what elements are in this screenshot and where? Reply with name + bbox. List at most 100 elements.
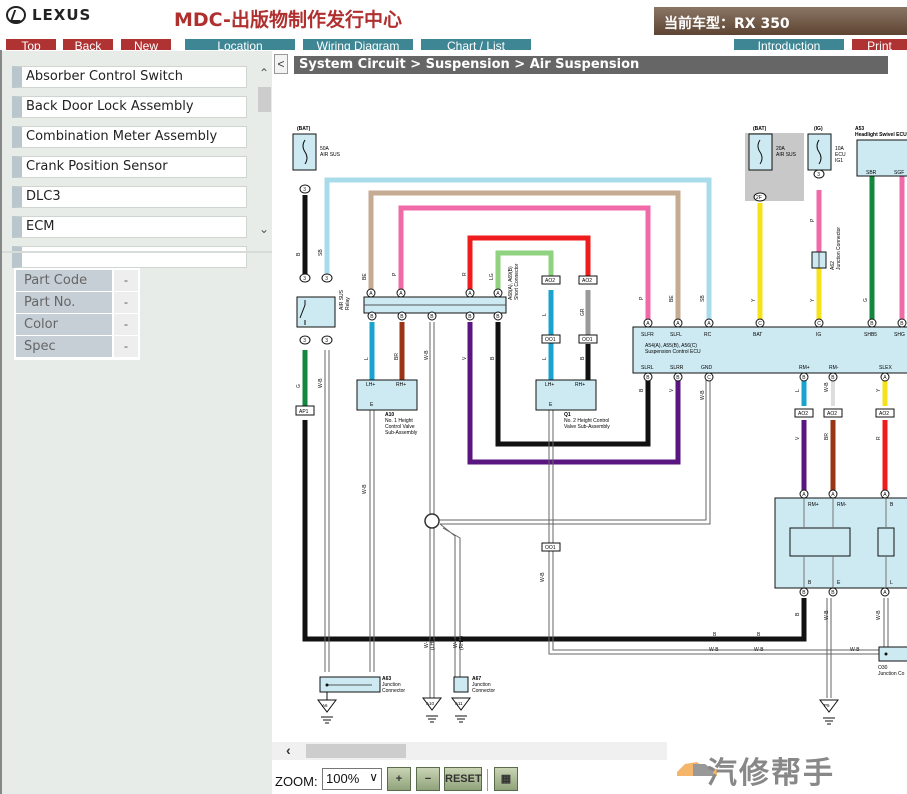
svg-text:L: L	[890, 580, 893, 586]
svg-text:SHB5: SHB5	[864, 332, 877, 338]
a53-headlight-swivel-ecu: A53 Headlight Swivel ECU SBR SGF	[855, 126, 907, 177]
connector-pin: A	[493, 288, 503, 298]
component-list-item[interactable]: DLC3	[12, 186, 247, 208]
svg-text:P5: P5	[824, 703, 830, 708]
svg-text:(BAT): (BAT)	[297, 126, 311, 132]
wire-color-label: B	[580, 356, 586, 360]
component-list-item[interactable]: Absorber Control Switch	[12, 66, 247, 88]
connector-pin: A	[704, 318, 714, 328]
connector-pin: 3	[321, 335, 333, 345]
top-button[interactable]: Top	[6, 39, 56, 50]
scroll-left-icon[interactable]: ‹	[286, 742, 291, 758]
svg-text:SHG: SHG	[894, 332, 905, 338]
wire-color-label: L	[364, 357, 370, 360]
svg-text:Connector: Connector	[382, 688, 405, 694]
wire-color-label: W-B	[850, 647, 860, 653]
wire-color-label: P	[392, 272, 398, 276]
part-info-value: -	[114, 270, 138, 292]
connector-pin: B	[643, 372, 653, 382]
svg-text:AIR SUS: AIR SUS	[320, 152, 341, 158]
wire-color-label: P	[639, 296, 645, 300]
zoom-out-button[interactable]: −	[416, 767, 440, 791]
print-button[interactable]: Print	[852, 39, 907, 50]
wiring-diagram[interactable]: (BAT) 50A AIR SUS (BAT) 20A AIR SUS (IG)…	[272, 111, 907, 741]
connector-pin: A	[396, 288, 406, 298]
collapse-sidebar-button[interactable]: <	[274, 54, 288, 74]
wire-color-label: B	[639, 388, 645, 392]
ground-p5: P5	[819, 699, 839, 725]
part-info-label: Part Code	[16, 270, 112, 292]
ground-a10: A10	[422, 697, 442, 723]
fit-grid-button[interactable]: ▦	[494, 767, 518, 791]
part-info-row: Part No. -	[16, 292, 138, 314]
sidebar-divider	[2, 251, 272, 253]
connector-pin: B	[799, 587, 809, 597]
zoom-in-button[interactable]: +	[387, 767, 411, 791]
lexus-logo-icon	[6, 6, 26, 24]
list-scrollbar-thumb[interactable]	[258, 87, 271, 112]
svg-text:Relay: Relay	[345, 297, 351, 310]
connector-pin: B	[828, 372, 838, 382]
wire-color-label: SB	[318, 249, 324, 256]
wiring-diagram-button[interactable]: Wiring Diagram	[303, 39, 413, 50]
wire-color-label: W-B	[424, 350, 430, 360]
svg-text:C: C	[758, 321, 762, 327]
zoom-toolbar: ZOOM: 100% ∨ + − RESET ▦	[272, 765, 667, 794]
wire-color-label: L	[542, 357, 548, 360]
component-list-item[interactable]	[12, 246, 247, 268]
a63-junction-connector: A63 Junction Connector	[319, 676, 405, 694]
connector-oo1: OO1	[578, 334, 598, 344]
connector-ao2: AO2	[875, 408, 895, 418]
svg-text:Valve Sub-Assembly: Valve Sub-Assembly	[564, 424, 610, 430]
wire-color-label: W-B	[754, 647, 764, 653]
connector-pin: B	[799, 372, 809, 382]
connector-pin: 3	[299, 335, 311, 345]
wire-color-label: BE	[669, 295, 675, 302]
a67-junction-connector: A67 Junction Connector	[453, 676, 495, 694]
component-list-item[interactable]: Combination Meter Assembly	[12, 126, 247, 148]
introduction-button[interactable]: Introduction	[734, 39, 844, 50]
header: LEXUS MDC-出版物制作发行中心 当前车型：RX 350 Top Back…	[0, 0, 907, 50]
wire-color-label: (LHD)	[430, 636, 436, 650]
wire-color-label: R	[876, 436, 882, 440]
lexus-logo: LEXUS	[6, 6, 91, 24]
component-list-item[interactable]: Crank Position Sensor	[12, 156, 247, 178]
chart-list-button[interactable]: Chart / List	[421, 39, 531, 50]
connector-pin: B	[427, 311, 437, 321]
grid-icon: ▦	[500, 773, 512, 785]
site-title: MDC-出版物制作发行中心	[174, 9, 402, 31]
svg-text:Sub-Assembly: Sub-Assembly	[385, 430, 418, 436]
scroll-up-icon[interactable]: ⌃	[257, 67, 271, 79]
wire-color-label: (RHD)	[459, 636, 465, 650]
reset-button[interactable]: RESET	[444, 767, 482, 791]
connector-oo1: OO1	[541, 542, 561, 552]
svg-text:C: C	[817, 321, 821, 327]
location-button[interactable]: Location	[185, 39, 295, 50]
scroll-down-icon[interactable]: ⌄	[257, 223, 271, 235]
part-info-value: -	[114, 292, 138, 314]
zoom-level-select[interactable]: 100% ∨	[322, 768, 382, 790]
component-list-item[interactable]: ECM	[12, 216, 247, 238]
wire-color-label: W-B	[709, 647, 719, 653]
svg-text:A10: A10	[426, 701, 435, 706]
connector-pin: 3	[321, 273, 333, 283]
horizontal-scrollbar[interactable]: ‹	[272, 742, 667, 760]
logo-text: LEXUS	[32, 6, 92, 24]
svg-text:3: 3	[303, 338, 306, 344]
new-button[interactable]: New	[121, 39, 171, 50]
wire-color-label: P	[810, 218, 816, 222]
component-list-item[interactable]: Back Door Lock Assembly	[12, 96, 247, 118]
zoom-in-icon: +	[395, 773, 403, 785]
ground-a6: A6	[317, 692, 337, 724]
wire-color-label: BE	[362, 273, 368, 280]
svg-text:SGF: SGF	[894, 170, 904, 176]
svg-text:AO2: AO2	[545, 278, 555, 284]
ground-a11: A11	[451, 697, 471, 723]
back-button[interactable]: Back	[63, 39, 113, 50]
connector-pin: B	[367, 311, 377, 321]
svg-text:IG1: IG1	[835, 158, 843, 164]
wire-color-label: W-B	[700, 390, 706, 400]
horizontal-scrollbar-thumb[interactable]	[306, 744, 406, 758]
svg-text:Junction Connector: Junction Connector	[836, 227, 842, 270]
wire-color-label: W-B	[362, 484, 368, 494]
